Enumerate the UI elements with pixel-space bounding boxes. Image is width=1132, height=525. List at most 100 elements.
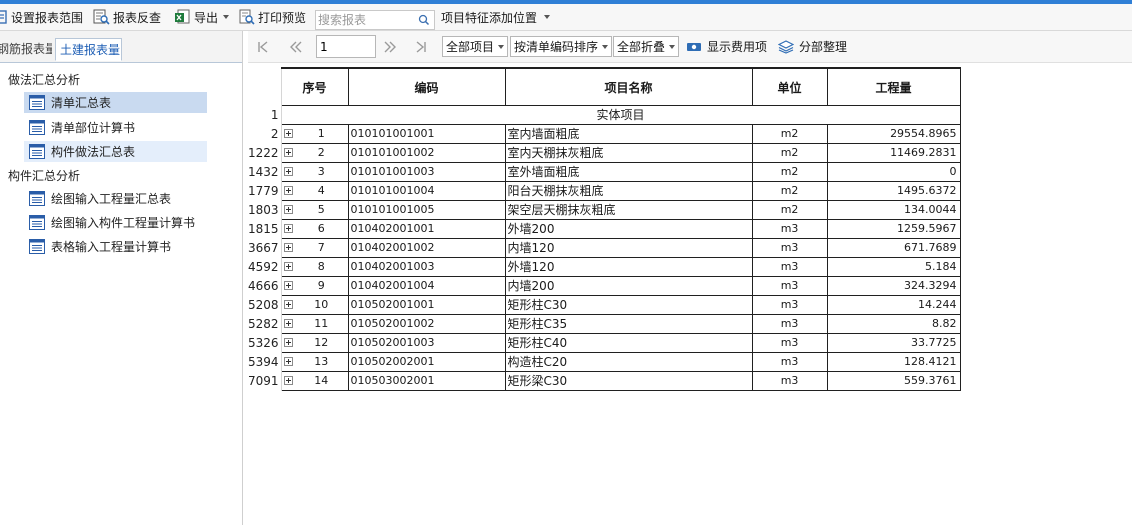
table-row[interactable]: 7091 14 010503002001 矩形梁C30 m3 559.3761 — [248, 371, 961, 391]
item-filter-select[interactable]: 全部项目 — [442, 36, 509, 57]
expand-toggle[interactable] — [281, 257, 296, 277]
double-chevron-right-icon — [384, 41, 396, 53]
expand-toggle[interactable] — [281, 238, 296, 258]
column-header-unit[interactable]: 单位 — [751, 67, 828, 106]
cell-unit: m3 — [751, 219, 828, 239]
cell-code: 010101001003 — [347, 162, 506, 182]
table-row[interactable]: 2 1 010101001001 室内墙面粗底 m2 29554.8965 — [248, 124, 961, 144]
cell-quantity: 5.184 — [826, 257, 961, 277]
table-row[interactable]: 1779 4 010101001004 阳台天棚抹灰粗底 m2 1495.6372 — [248, 181, 961, 201]
column-header-code[interactable]: 编码 — [347, 67, 506, 106]
report-item-drawing-component-calc[interactable]: 绘图输入构件工程量计算书 — [24, 212, 207, 233]
report-item-component-method-summary[interactable]: 构件做法汇总表 — [24, 141, 207, 162]
column-header-quantity[interactable]: 工程量 — [826, 67, 961, 106]
sort-order-value: 按清单编码排序 — [514, 40, 599, 54]
expand-toggle[interactable] — [281, 314, 296, 334]
expand-toggle[interactable] — [281, 276, 296, 296]
chevron-down-icon — [498, 44, 505, 49]
table-row[interactable]: 5394 13 010502002001 构造柱C20 m3 128.4121 — [248, 352, 961, 372]
expand-toggle[interactable] — [281, 295, 296, 315]
expand-plus-icon — [283, 319, 293, 328]
report-item-bill-location-calc[interactable]: 清单部位计算书 — [24, 117, 207, 138]
cell-code: 010502001002 — [347, 314, 506, 334]
cell-quantity: 134.0044 — [826, 200, 961, 220]
expand-toggle[interactable] — [281, 219, 296, 239]
report-item-label: 清单汇总表 — [51, 96, 112, 110]
sort-order-select[interactable]: 按清单编码排序 — [510, 36, 613, 57]
set-report-range-button[interactable]: 设置报表范围 — [0, 7, 83, 27]
cell-unit: m3 — [751, 295, 828, 315]
expand-toggle[interactable] — [281, 162, 296, 182]
set-report-range-label: 设置报表范围 — [11, 10, 84, 25]
first-page-icon — [258, 41, 268, 53]
expand-plus-icon — [283, 129, 293, 138]
cell-quantity: 1495.6372 — [826, 181, 961, 201]
tab-civil-report[interactable]: 土建报表量 — [55, 38, 122, 61]
double-chevron-left-icon — [290, 41, 302, 53]
show-fee-items-label: 显示费用项 — [707, 40, 768, 54]
row-number: 1222 — [248, 143, 282, 163]
last-page-icon — [416, 41, 426, 53]
report-item-drawing-quantity-summary[interactable]: 绘图输入工程量汇总表 — [24, 188, 207, 209]
show-fee-items-button[interactable]: 显示费用项 — [686, 36, 767, 57]
table-row[interactable]: 1815 6 010402001001 外墙200 m3 1259.5967 — [248, 219, 961, 239]
row-number: 5326 — [248, 333, 282, 353]
table-row[interactable]: 1803 5 010101001005 架空层天棚抹灰粗底 m2 134.0044 — [248, 200, 961, 220]
expand-toggle[interactable] — [281, 371, 296, 391]
cell-unit: m3 — [751, 371, 828, 391]
collapse-value: 全部折叠 — [617, 40, 666, 54]
cell-name: 室外墙面粗底 — [504, 162, 753, 182]
report-check-label: 报表反查 — [113, 10, 162, 25]
cell-quantity: 14.244 — [826, 295, 961, 315]
expand-toggle[interactable] — [281, 181, 296, 201]
column-header-name[interactable]: 项目名称 — [504, 67, 753, 106]
group-method-summary[interactable]: 做法汇总分析 — [8, 71, 80, 88]
report-item-bill-summary[interactable]: 清单汇总表 — [24, 92, 207, 113]
expand-toggle[interactable] — [281, 333, 296, 353]
feature-position-dropdown[interactable]: 项目特征添加位置 — [441, 7, 551, 27]
table-row[interactable]: 5326 12 010502001003 矩形柱C40 m3 33.7725 — [248, 333, 961, 353]
expand-toggle[interactable] — [281, 124, 296, 144]
table-row[interactable]: 3667 7 010402001002 内墙120 m3 671.7689 — [248, 238, 961, 258]
print-preview-button[interactable]: 打印预览 — [238, 7, 306, 27]
report-type-tabs: 钢筋报表量 土建报表量 — [0, 31, 242, 63]
column-header-seq[interactable]: 序号 — [280, 67, 349, 106]
report-search-input[interactable] — [316, 11, 416, 29]
chevron-down-icon — [223, 15, 230, 19]
item-filter-value: 全部项目 — [446, 40, 495, 54]
report-sheet-icon — [29, 215, 45, 230]
group-component-summary[interactable]: 构件汇总分析 — [8, 167, 80, 184]
prev-page-button[interactable] — [286, 37, 306, 57]
first-page-button[interactable] — [254, 37, 272, 57]
collapse-select[interactable]: 全部折叠 — [613, 36, 680, 57]
export-dropdown[interactable]: 导出 — [174, 7, 230, 27]
table-row[interactable]: 4666 9 010402001004 内墙200 m3 324.3294 — [248, 276, 961, 296]
report-sheet-icon — [29, 191, 45, 206]
search-icon[interactable] — [418, 14, 430, 29]
expand-toggle[interactable] — [281, 200, 296, 220]
row-number: 1815 — [248, 219, 282, 239]
next-page-button[interactable] — [380, 37, 400, 57]
table-row[interactable]: 1432 3 010101001003 室外墙面粗底 m2 0 — [248, 162, 961, 182]
expand-toggle[interactable] — [281, 352, 296, 372]
table-row[interactable]: 5208 10 010502001001 矩形柱C30 m3 14.244 — [248, 295, 961, 315]
report-sheet-icon — [29, 95, 45, 110]
table-row[interactable]: 1222 2 010101001002 室内天棚抹灰粗底 m2 11469.2831 — [248, 143, 961, 163]
row-number: 3667 — [248, 238, 282, 258]
last-page-button[interactable] — [412, 37, 430, 57]
tab-rebar-report[interactable]: 钢筋报表量 — [0, 38, 52, 61]
cell-seq: 1 — [295, 124, 349, 144]
subsection-arrange-button[interactable]: 分部整理 — [778, 36, 847, 57]
table-row[interactable]: 5282 11 010502001002 矩形柱C35 m3 8.82 — [248, 314, 961, 334]
cell-quantity: 11469.2831 — [826, 143, 961, 163]
export-label: 导出 — [194, 10, 219, 25]
report-item-table-input-calc[interactable]: 表格输入工程量计算书 — [24, 236, 207, 257]
cell-quantity: 671.7689 — [826, 238, 961, 258]
page-number-input[interactable] — [317, 36, 374, 57]
cell-unit: m2 — [751, 143, 828, 163]
table-row[interactable]: 4592 8 010402001003 外墙120 m3 5.184 — [248, 257, 961, 277]
expand-toggle[interactable] — [281, 143, 296, 163]
report-check-button[interactable]: 报表反查 — [93, 7, 161, 27]
cell-name: 阳台天棚抹灰粗底 — [504, 181, 753, 201]
row-number: 2 — [248, 124, 282, 144]
